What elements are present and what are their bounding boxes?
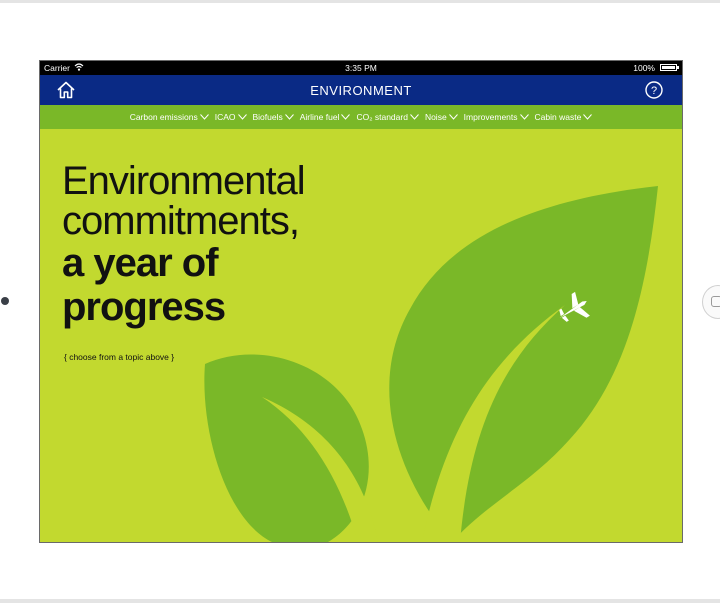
topic-label: Cabin waste: [534, 112, 582, 122]
topic-menu: Carbon emissions ICAO Biofuels Airline f…: [40, 105, 682, 129]
chevron-down-icon: [519, 114, 529, 120]
headline-line-4: progress: [62, 285, 226, 329]
headline-line-3: a year of: [62, 241, 219, 285]
status-bar: Carrier 3:35 PM 100%: [40, 61, 682, 75]
device-camera: [1, 297, 9, 305]
page-title: ENVIRONMENT: [310, 83, 412, 98]
chevron-down-icon: [199, 114, 209, 120]
device-bezel-top: [0, 0, 720, 3]
app-screen: Carrier 3:35 PM 100% ENVIRONMENT ? Carbo…: [40, 61, 682, 542]
topic-icao[interactable]: ICAO: [215, 112, 247, 122]
hero-headline: Environmental commitments, a year of pro…: [62, 159, 306, 329]
nav-bar: ENVIRONMENT ?: [40, 75, 682, 105]
topic-label: Biofuels: [252, 112, 283, 122]
topic-improvements[interactable]: Improvements: [464, 112, 529, 122]
topic-label: Improvements: [463, 112, 518, 122]
svg-text:?: ?: [651, 85, 657, 97]
headline-line-1: Environmental: [62, 159, 306, 203]
hero-subtitle: { choose from a topic above }: [64, 352, 175, 362]
chevron-down-icon: [410, 114, 419, 120]
battery-icon: [660, 64, 679, 71]
topic-label: Carbon emissions: [129, 112, 198, 122]
topic-noise[interactable]: Noise: [425, 112, 458, 122]
topic-co2-standard[interactable]: CO₂ standard: [356, 112, 419, 122]
battery-percent: 100%: [633, 63, 655, 73]
chevron-down-icon: [341, 114, 351, 120]
headline-line-2: commitments,: [62, 199, 300, 243]
chevron-down-icon: [284, 114, 294, 120]
topic-label: Noise: [424, 112, 447, 122]
chevron-down-icon: [448, 114, 458, 120]
topic-label: ICAO: [214, 112, 236, 122]
topic-carbon-emissions[interactable]: Carbon emissions: [130, 112, 209, 122]
small-leaf: [204, 354, 369, 542]
large-leaf: [389, 186, 658, 542]
topic-airline-fuel[interactable]: Airline fuel: [300, 112, 351, 122]
topic-label: Airline fuel: [299, 112, 340, 122]
chevron-down-icon: [237, 114, 247, 120]
topic-biofuels[interactable]: Biofuels: [253, 112, 294, 122]
help-icon[interactable]: ?: [644, 80, 664, 105]
topic-cabin-waste[interactable]: Cabin waste: [535, 112, 593, 122]
device-bezel-bottom: [0, 599, 720, 603]
device-home-button[interactable]: [702, 285, 720, 319]
chevron-down-icon: [583, 114, 593, 120]
topic-label: CO₂ standard: [356, 112, 408, 122]
status-time: 3:35 PM: [345, 63, 377, 73]
